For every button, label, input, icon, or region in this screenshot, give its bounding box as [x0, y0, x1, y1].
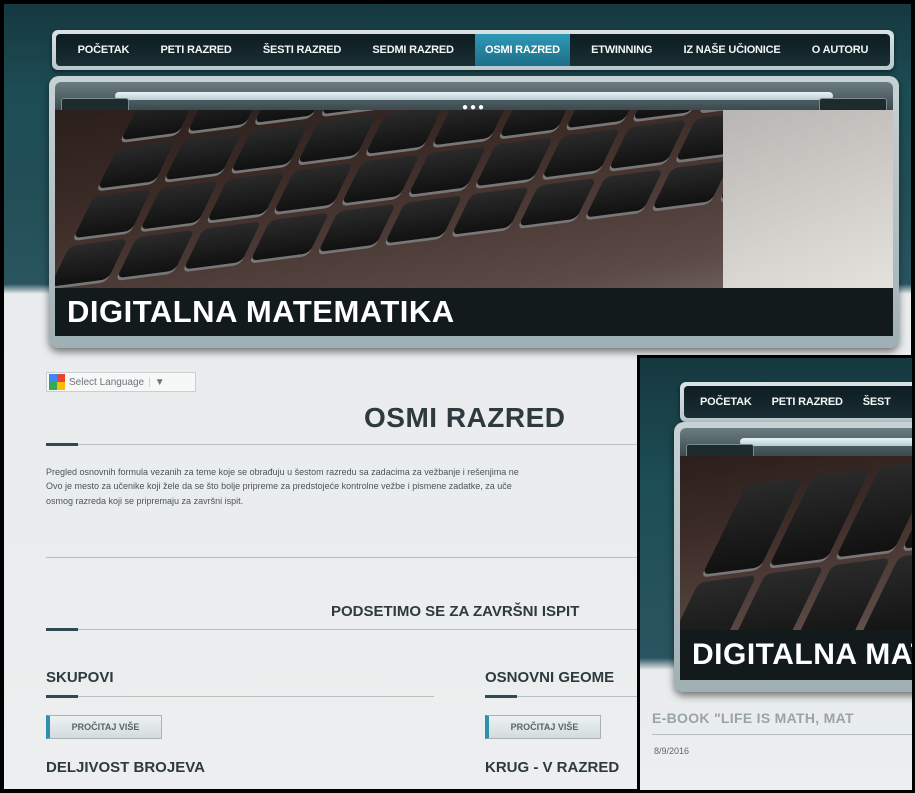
header-banner: ●●● DIGITALNA MATEMATIKA [49, 76, 899, 348]
google-translate-icon [49, 374, 65, 390]
card-title-geometrija[interactable]: OSNOVNI GEOME [485, 669, 614, 686]
nav-item-o-autoru[interactable]: O AUTORU [802, 34, 878, 66]
intro-line: Ovo je mesto za učenike koji žele da se … [46, 481, 512, 492]
page-title: OSMI RAZRED [364, 402, 566, 433]
divider-accent [46, 695, 78, 698]
nav-item-sesti-razred[interactable]: ŠESTI RAZRED [253, 34, 351, 66]
nav-item-sesti-razred[interactable]: ŠEST [853, 386, 901, 418]
nav-item-peti-razred[interactable]: PETI RAZRED [150, 34, 241, 66]
banner-glow-strip [115, 92, 833, 100]
section-title: PODSETIMO SE ZA ZAVRŠNI ISPIT [331, 603, 580, 620]
card-title-deljivost[interactable]: DELJIVOST BROJEVA [46, 759, 205, 776]
card-title-krug[interactable]: KRUG - V RAZRED [485, 759, 619, 776]
nav-item-iz-nase-ucionice[interactable]: IZ NAŠE UČIONICE [674, 34, 791, 66]
nav-item-etwinning[interactable]: ETWINNING [581, 34, 662, 66]
nav-item-osmi-razred[interactable]: OSMI RAZRED [475, 34, 570, 66]
banner-title-bar: DIGITALNA MAT [680, 630, 912, 680]
nav-item-sedmi-razred[interactable]: SEDMI RAZRED [362, 34, 463, 66]
card-title-skupovi[interactable]: SKUPOVI [46, 669, 114, 686]
inset-screenshot: POČETAK PETI RAZRED ŠEST DIGITALNA MAT E… [637, 355, 915, 793]
main-nav-bar: POČETAK PETI RAZRED ŠESTI RAZRED SEDMI R… [56, 34, 890, 66]
divider [652, 734, 912, 735]
site-title[interactable]: DIGITALNA MATEMATIKA [67, 294, 455, 330]
banner-glow-strip [740, 438, 912, 446]
nav-item-pocetak[interactable]: POČETAK [68, 34, 140, 66]
divider-accent [46, 443, 78, 446]
inset-nav: POČETAK PETI RAZRED ŠEST [680, 382, 912, 422]
inset-nav-bar: POČETAK PETI RAZRED ŠEST [684, 386, 912, 418]
divider-accent [46, 628, 78, 631]
banner-top-bar [680, 428, 912, 458]
post-date: 8/9/2016 [654, 746, 690, 756]
read-more-button[interactable]: PROČITAJ VIŠE [485, 715, 601, 739]
nav-item-peti-razred[interactable]: PETI RAZRED [762, 386, 853, 418]
divider-accent [485, 695, 517, 698]
inset-header-banner: DIGITALNA MAT [674, 422, 912, 692]
language-select-label: Select Language [69, 376, 145, 388]
nav-item-pocetak[interactable]: POČETAK [690, 386, 762, 418]
divider [46, 696, 434, 697]
banner-title-bar: DIGITALNA MATEMATIKA [55, 288, 893, 336]
keyboard-banner-image: DIGITALNA MATEMATIKA [55, 110, 893, 336]
intro-text: Pregled osnovnih formula vezanih za teme… [46, 465, 646, 508]
chevron-down-icon: ▼ [154, 376, 165, 388]
keyboard-banner-image: DIGITALNA MAT [680, 456, 912, 680]
language-select[interactable]: Select Language | ▼ [46, 372, 196, 392]
post-title[interactable]: E-BOOK "LIFE IS MATH, MAT [652, 710, 854, 726]
site-title[interactable]: DIGITALNA MAT [692, 638, 912, 672]
banner-top-bar: ●●● [55, 82, 893, 113]
main-nav: POČETAK PETI RAZRED ŠESTI RAZRED SEDMI R… [52, 30, 894, 70]
intro-line: Pregled osnovnih formula vezanih za teme… [46, 467, 519, 477]
read-more-button[interactable]: PROČITAJ VIŠE [46, 715, 162, 739]
intro-line: osmog razreda koji se pripremaju za zavr… [46, 495, 244, 506]
